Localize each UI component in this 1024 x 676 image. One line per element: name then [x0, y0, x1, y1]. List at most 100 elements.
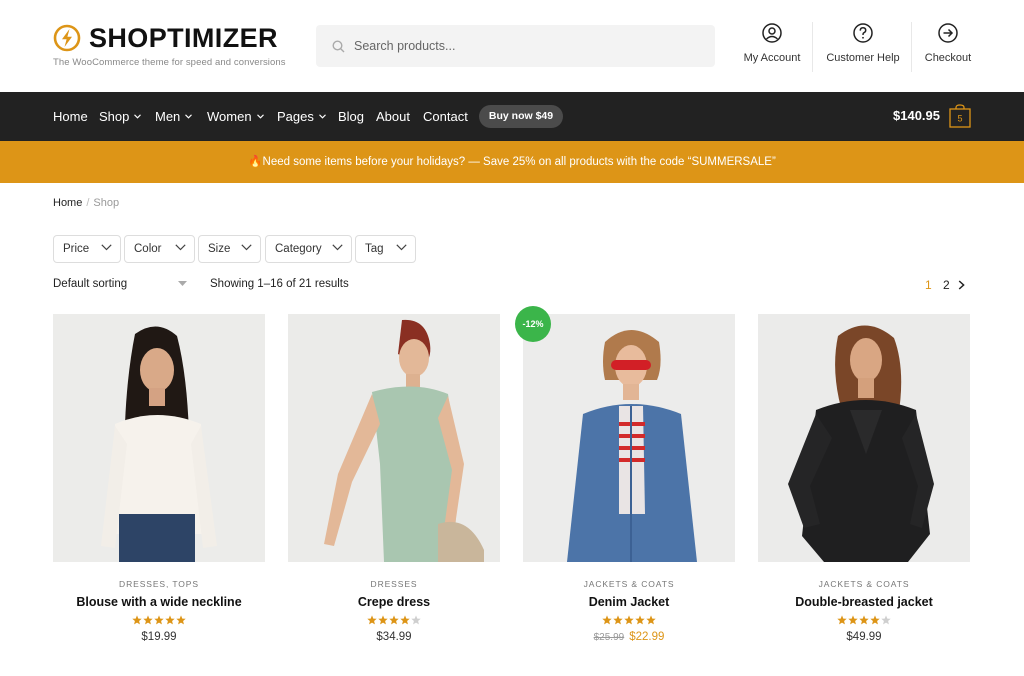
nav-item-label: Contact — [423, 109, 468, 124]
product-title[interactable]: Double-breasted jacket — [758, 595, 970, 609]
current-price: $34.99 — [376, 631, 412, 643]
breadcrumb-current: Shop — [93, 197, 120, 209]
logo[interactable]: SHOPTIMIZER — [53, 24, 278, 52]
product-category[interactable]: DRESSES — [288, 579, 500, 589]
product-title[interactable]: Denim Jacket — [523, 595, 735, 609]
product-price: $25.99 $22.99 — [523, 631, 735, 643]
nav-item-about[interactable]: About — [376, 109, 410, 124]
page-2-link[interactable]: 2 — [943, 278, 950, 292]
caret-down-icon[interactable] — [178, 281, 187, 286]
filter-label: Price — [63, 243, 90, 255]
star-rating — [523, 615, 735, 625]
header-divider — [812, 22, 813, 72]
woman-black-jacket-photo — [758, 314, 970, 562]
product-image[interactable] — [758, 314, 970, 562]
star-icon — [378, 615, 388, 625]
cart-total[interactable]: $140.95 — [893, 108, 940, 123]
filter-label: Size — [208, 243, 231, 255]
star-rating — [288, 615, 500, 625]
product-price: $34.99 — [288, 631, 500, 643]
breadcrumb-home[interactable]: Home — [53, 197, 82, 209]
site-header: SHOPTIMIZER The WooCommerce theme for sp… — [0, 0, 1024, 92]
woman-white-blouse-photo — [53, 314, 265, 562]
filter-size[interactable]: Size — [198, 235, 261, 263]
chevron-down-icon — [396, 244, 407, 251]
sort-select[interactable]: Default sorting — [53, 278, 127, 290]
nav-item-pages[interactable]: Pages — [277, 109, 326, 124]
search-placeholder: Search products... — [354, 39, 456, 53]
checkout-link[interactable]: Checkout — [922, 22, 974, 64]
brand-name: SHOPTIMIZER — [89, 23, 278, 53]
chevron-right-icon[interactable] — [958, 280, 965, 290]
chevron-down-icon — [241, 244, 252, 251]
star-icon — [400, 615, 410, 625]
nav-item-contact[interactable]: Contact — [423, 109, 468, 124]
brand-tagline: The WooCommerce theme for speed and conv… — [53, 57, 286, 68]
woman-green-dress-photo — [288, 314, 500, 562]
filter-category[interactable]: Category — [265, 235, 352, 263]
nav-item-label: Pages — [277, 109, 314, 124]
lightning-bolt-logo-icon — [53, 24, 81, 52]
woman-denim-jacket-photo — [523, 314, 735, 562]
sale-price: $22.99 — [629, 631, 665, 643]
chevron-down-icon — [185, 114, 193, 119]
checkout-label: Checkout — [924, 52, 972, 64]
filter-price[interactable]: Price — [53, 235, 121, 263]
star-rating — [758, 615, 970, 625]
nav-item-men[interactable]: Men — [155, 109, 193, 124]
cart-count: 5 — [957, 114, 962, 124]
page-1-link[interactable]: 1 — [925, 278, 932, 292]
original-price: $25.99 — [593, 632, 625, 643]
star-icon — [613, 615, 623, 625]
filter-label: Tag — [365, 243, 384, 255]
product-card[interactable]: JACKETS & COATS Denim Jacket $25.99 $22.9… — [523, 314, 735, 643]
star-icon — [165, 615, 175, 625]
product-price: $49.99 — [758, 631, 970, 643]
sale-badge: -12% — [515, 306, 551, 342]
star-icon — [411, 615, 421, 625]
search-icon — [332, 39, 345, 52]
product-category[interactable]: DRESSES, TOPS — [53, 579, 265, 589]
product-image[interactable] — [53, 314, 265, 562]
filter-label: Color — [134, 243, 162, 255]
chevron-down-icon — [101, 244, 112, 251]
chevron-down-icon — [175, 244, 186, 251]
star-icon — [143, 615, 153, 625]
star-icon — [859, 615, 869, 625]
nav-item-label: Shop — [99, 109, 130, 124]
product-image[interactable] — [288, 314, 500, 562]
nav-item-blog[interactable]: Blog — [338, 109, 364, 124]
product-title[interactable]: Crepe dress — [288, 595, 500, 609]
nav-item-label: Women — [207, 109, 252, 124]
current-price: $19.99 — [141, 631, 177, 643]
nav-item-label: Home — [53, 109, 88, 124]
star-icon — [837, 615, 847, 625]
result-count: Showing 1–16 of 21 results — [210, 278, 349, 290]
star-icon — [646, 615, 656, 625]
search-input[interactable]: Search products... — [316, 25, 715, 67]
buy-now-button[interactable]: Buy now $49 — [479, 105, 563, 128]
nav-item-label: Men — [155, 109, 181, 124]
filter-color[interactable]: Color — [124, 235, 195, 263]
product-category[interactable]: JACKETS & COATS — [758, 579, 970, 589]
chevron-down-icon — [332, 244, 343, 251]
arrow-right-circle-icon — [938, 23, 958, 43]
star-icon — [132, 615, 142, 625]
filter-tag[interactable]: Tag — [355, 235, 416, 263]
product-card[interactable]: DRESSES Crepe dress $34.99 — [288, 314, 500, 643]
star-icon — [154, 615, 164, 625]
my-account-link[interactable]: My Account — [742, 22, 802, 64]
nav-item-women[interactable]: Women — [207, 109, 264, 124]
nav-item-home[interactable]: Home — [53, 109, 88, 124]
product-image[interactable] — [523, 314, 735, 562]
product-title[interactable]: Blouse with a wide neckline — [53, 595, 265, 609]
star-icon — [881, 615, 891, 625]
product-category[interactable]: JACKETS & COATS — [523, 579, 735, 589]
product-card[interactable]: DRESSES, TOPS Blouse with a wide necklin… — [53, 314, 265, 643]
customer-help-link[interactable]: Customer Help — [823, 22, 903, 64]
shopping-bag-icon[interactable]: 5 — [949, 104, 971, 128]
star-icon — [624, 615, 634, 625]
nav-item-shop[interactable]: Shop — [99, 109, 142, 124]
product-card[interactable]: JACKETS & COATS Double-breasted jacket $… — [758, 314, 970, 643]
breadcrumb: Home / Shop — [53, 197, 119, 209]
